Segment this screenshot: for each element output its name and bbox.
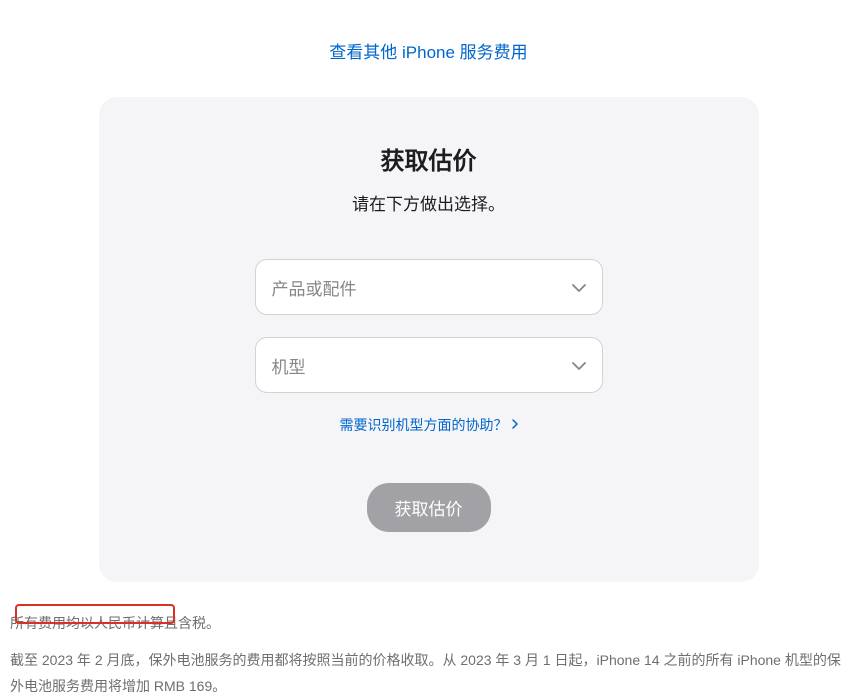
model-select[interactable]: 机型	[255, 337, 603, 393]
chevron-down-icon	[572, 277, 586, 297]
footer-text: 所有费用均以人民币计算且含税。 截至 2023 年 2 月底，保外电池服务的费用…	[0, 582, 857, 700]
footer-line-2: 截至 2023 年 2 月底，保外电池服务的费用都将按照当前的价格收取。从 20…	[10, 647, 847, 700]
help-link-label: 需要识别机型方面的协助？	[340, 415, 508, 435]
identify-model-help-link[interactable]: 需要识别机型方面的协助？	[340, 415, 518, 435]
get-estimate-button[interactable]: 获取估价	[367, 483, 491, 532]
product-select-placeholder: 产品或配件	[272, 275, 357, 300]
card-subtitle: 请在下方做出选择。	[159, 190, 699, 215]
card-title: 获取估价	[159, 141, 699, 176]
chevron-right-icon	[512, 418, 518, 432]
other-service-link[interactable]: 查看其他 iPhone 服务费用	[329, 43, 527, 62]
product-select[interactable]: 产品或配件	[255, 259, 603, 315]
chevron-down-icon	[572, 355, 586, 375]
model-select-placeholder: 机型	[272, 353, 306, 378]
footer-line-1: 所有费用均以人民币计算且含税。	[10, 610, 847, 637]
estimate-card: 获取估价 请在下方做出选择。 产品或配件 机型 需要识别机型方面的协助？ 获取估…	[99, 97, 759, 582]
